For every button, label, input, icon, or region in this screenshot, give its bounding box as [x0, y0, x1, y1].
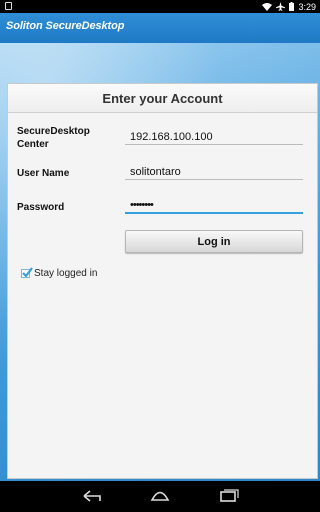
app-bar: Soliton SecureDesktop [0, 13, 320, 43]
card-header: Enter your Account [8, 84, 317, 113]
app-title: Soliton SecureDesktop [6, 20, 125, 32]
login-card: Enter your Account SecureDesktop Center … [7, 83, 318, 479]
status-icons: 3:29 [262, 0, 316, 13]
stay-logged-in-row[interactable]: Stay logged in [21, 267, 98, 279]
username-input[interactable] [125, 164, 303, 180]
battery-icon [289, 2, 295, 11]
checkmark-icon [22, 267, 33, 278]
airplane-icon [276, 2, 286, 11]
back-icon[interactable] [82, 489, 102, 503]
password-label: Password [17, 202, 65, 213]
status-bar: 3:29 [0, 0, 320, 13]
username-label: User Name [17, 168, 70, 179]
login-button-label: Log in [197, 235, 231, 248]
center-label: SecureDesktop Center [17, 126, 90, 150]
password-input[interactable] [125, 198, 303, 214]
stay-logged-in-checkbox[interactable] [21, 267, 33, 278]
recent-apps-icon[interactable] [219, 489, 239, 503]
status-time: 3:29 [298, 1, 316, 12]
stay-logged-in-label: Stay logged in [34, 268, 98, 279]
home-icon[interactable] [150, 489, 170, 503]
center-input[interactable] [125, 129, 303, 145]
wifi-icon [262, 2, 273, 11]
sim-card-icon [5, 2, 12, 10]
login-button[interactable]: Log in [125, 230, 303, 253]
card-title: Enter your Account [102, 90, 223, 106]
navigation-bar [0, 481, 320, 512]
